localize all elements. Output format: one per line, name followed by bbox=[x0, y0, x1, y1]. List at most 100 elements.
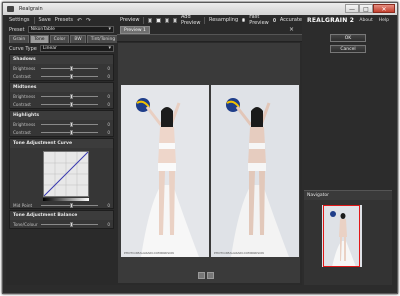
photo-image: PHOTO.REALGRAIN.COMPARISON bbox=[211, 85, 299, 257]
slider-row: Contrast 0 bbox=[10, 72, 113, 80]
tab-grain[interactable]: Grain bbox=[9, 35, 30, 43]
nav-next-button[interactable] bbox=[207, 272, 214, 279]
photo-caption: PHOTO.REALGRAIN.COMPARISON bbox=[124, 251, 174, 255]
slider-row: Brightness 0 bbox=[10, 92, 113, 100]
brightness-slider[interactable] bbox=[41, 93, 98, 99]
help-link[interactable]: Help bbox=[379, 18, 389, 23]
group-title: Midtones bbox=[10, 83, 113, 92]
contrast-slider[interactable] bbox=[41, 129, 98, 135]
slider-value: 0 bbox=[107, 101, 110, 107]
close-button[interactable]: ✕ bbox=[373, 4, 395, 13]
preset-select[interactable]: NikonTable bbox=[27, 26, 114, 33]
separator bbox=[204, 16, 205, 24]
preview-label: Preview bbox=[120, 17, 140, 23]
curve-type-select[interactable]: Linear bbox=[39, 45, 114, 52]
slider-value: 0 bbox=[107, 93, 110, 99]
tab-tint-toning[interactable]: Tint/Toning bbox=[86, 35, 120, 43]
slider-row: Contrast 0 bbox=[10, 100, 113, 108]
tone-colour-slider[interactable] bbox=[41, 221, 98, 227]
photo-image: PHOTO.REALGRAIN.COMPARISON bbox=[121, 85, 209, 257]
slider-row: Tone/Colour 0 bbox=[10, 220, 113, 228]
midpoint-slider[interactable] bbox=[41, 202, 98, 208]
slider-handle[interactable] bbox=[69, 221, 73, 227]
tab-color[interactable]: Color bbox=[49, 35, 70, 43]
tone-curve-editor[interactable] bbox=[43, 151, 89, 197]
logo-text-b: GRAIN 2 bbox=[325, 16, 355, 24]
slider-handle[interactable] bbox=[69, 202, 73, 208]
contrast-slider[interactable] bbox=[41, 73, 98, 79]
slider-row: Mid Point 0 bbox=[10, 201, 113, 209]
separator bbox=[143, 16, 145, 24]
brightness-slider[interactable] bbox=[41, 65, 98, 71]
slider-handle[interactable] bbox=[69, 73, 73, 79]
preview-canvas[interactable]: PHOTO.REALGRAIN.COMPARISON PHOTO.REALGRA… bbox=[118, 43, 300, 283]
tab-tone[interactable]: Tone bbox=[30, 35, 49, 43]
realgrain-logo: REALGRAIN 2 bbox=[307, 17, 354, 24]
navigator-panel: Navigator bbox=[304, 190, 392, 285]
add-preview-button[interactable]: Add Preview bbox=[181, 14, 200, 26]
midtones-group: Midtones Brightness 0 Contrast 0 bbox=[9, 82, 114, 109]
photo-caption: PHOTO.REALGRAIN.COMPARISON bbox=[214, 251, 264, 255]
minimize-button[interactable]: — bbox=[345, 4, 359, 13]
tone-balance-group: Tone Adjustment Balance Tone/Colour 0 bbox=[9, 210, 114, 229]
slider-handle[interactable] bbox=[69, 129, 73, 135]
app-icon bbox=[7, 6, 14, 12]
slider-label: Contrast bbox=[13, 101, 31, 107]
navigator-title: Navigator bbox=[304, 191, 392, 200]
group-title: Highlights bbox=[10, 111, 113, 120]
tab-label: Preview 1 bbox=[124, 28, 146, 33]
logo-text-a: REAL bbox=[307, 16, 325, 24]
window-title: Realgrain bbox=[19, 6, 43, 12]
presets-button[interactable]: Presets bbox=[55, 17, 73, 23]
settings-tabs: Grain Tone Color BW Tint/Toning bbox=[6, 34, 120, 43]
tab-bw[interactable]: BW bbox=[70, 35, 86, 43]
navigator-viewport[interactable] bbox=[323, 205, 360, 267]
slider-value: 0 bbox=[107, 221, 110, 227]
maximize-button[interactable]: □ bbox=[359, 4, 373, 13]
single-view-button[interactable] bbox=[148, 17, 153, 23]
settings-panel: Settings Save Presets ↶ ↷ Preset NikonTa… bbox=[6, 15, 120, 285]
slider-row: Brightness 0 bbox=[10, 120, 113, 128]
slider-handle[interactable] bbox=[69, 93, 73, 99]
slider-value: 0 bbox=[107, 65, 110, 71]
tab-preview-1[interactable]: Preview 1 bbox=[120, 26, 150, 34]
settings-toolbar: Settings Save Presets ↶ ↷ bbox=[6, 15, 117, 25]
split-view-button[interactable] bbox=[156, 17, 161, 23]
cancel-button[interactable]: Cancel bbox=[330, 45, 366, 53]
preview-toolbar: Preview Add Preview Resampling Fast Prev… bbox=[117, 14, 302, 26]
add-preview-icon[interactable] bbox=[172, 17, 177, 23]
about-link[interactable]: About bbox=[359, 18, 372, 23]
accurate-radio[interactable] bbox=[272, 18, 276, 22]
original-photo: PHOTO.REALGRAIN.COMPARISON bbox=[121, 85, 209, 257]
settings-label: Settings bbox=[9, 17, 30, 23]
shadows-group: Shadows Brightness 0 Contrast 0 bbox=[9, 54, 114, 81]
slider-handle[interactable] bbox=[69, 101, 73, 107]
curve-type-label: Curve Type bbox=[9, 45, 37, 52]
tab-close-icon[interactable]: × bbox=[289, 26, 294, 33]
preview-tabbar bbox=[117, 34, 302, 42]
contrast-slider[interactable] bbox=[41, 101, 98, 107]
slider-label: Brightness bbox=[13, 65, 36, 71]
fast-preview-label: Fast Preview bbox=[249, 14, 269, 26]
right-panel: REALGRAIN 2 About Help OK Cancel Navigat… bbox=[304, 15, 392, 285]
side-by-side-button[interactable] bbox=[164, 17, 169, 23]
slider-handle[interactable] bbox=[69, 65, 73, 71]
preset-label: Preset bbox=[9, 26, 25, 33]
redo-icon[interactable]: ↷ bbox=[86, 17, 91, 24]
slider-row: Contrast 0 bbox=[10, 128, 113, 136]
slider-label: Contrast bbox=[13, 129, 31, 135]
fast-preview-radio[interactable] bbox=[242, 18, 246, 22]
highlights-group: Highlights Brightness 0 Contrast 0 bbox=[9, 110, 114, 137]
tone-curve-group: Tone Adjustment Curve Mid Point 0 bbox=[9, 138, 114, 209]
brightness-slider[interactable] bbox=[41, 121, 98, 127]
nav-prev-button[interactable] bbox=[198, 272, 205, 279]
slider-row: Brightness 0 bbox=[10, 64, 113, 72]
accurate-label: Accurate bbox=[279, 17, 302, 23]
slider-handle[interactable] bbox=[69, 121, 73, 127]
ok-button[interactable]: OK bbox=[330, 34, 366, 42]
group-title: Tone Adjustment Balance bbox=[10, 211, 113, 220]
slider-value: 0 bbox=[107, 202, 110, 208]
slider-label: Brightness bbox=[13, 121, 36, 127]
save-button[interactable]: Save bbox=[39, 17, 51, 23]
undo-icon[interactable]: ↶ bbox=[77, 17, 82, 24]
